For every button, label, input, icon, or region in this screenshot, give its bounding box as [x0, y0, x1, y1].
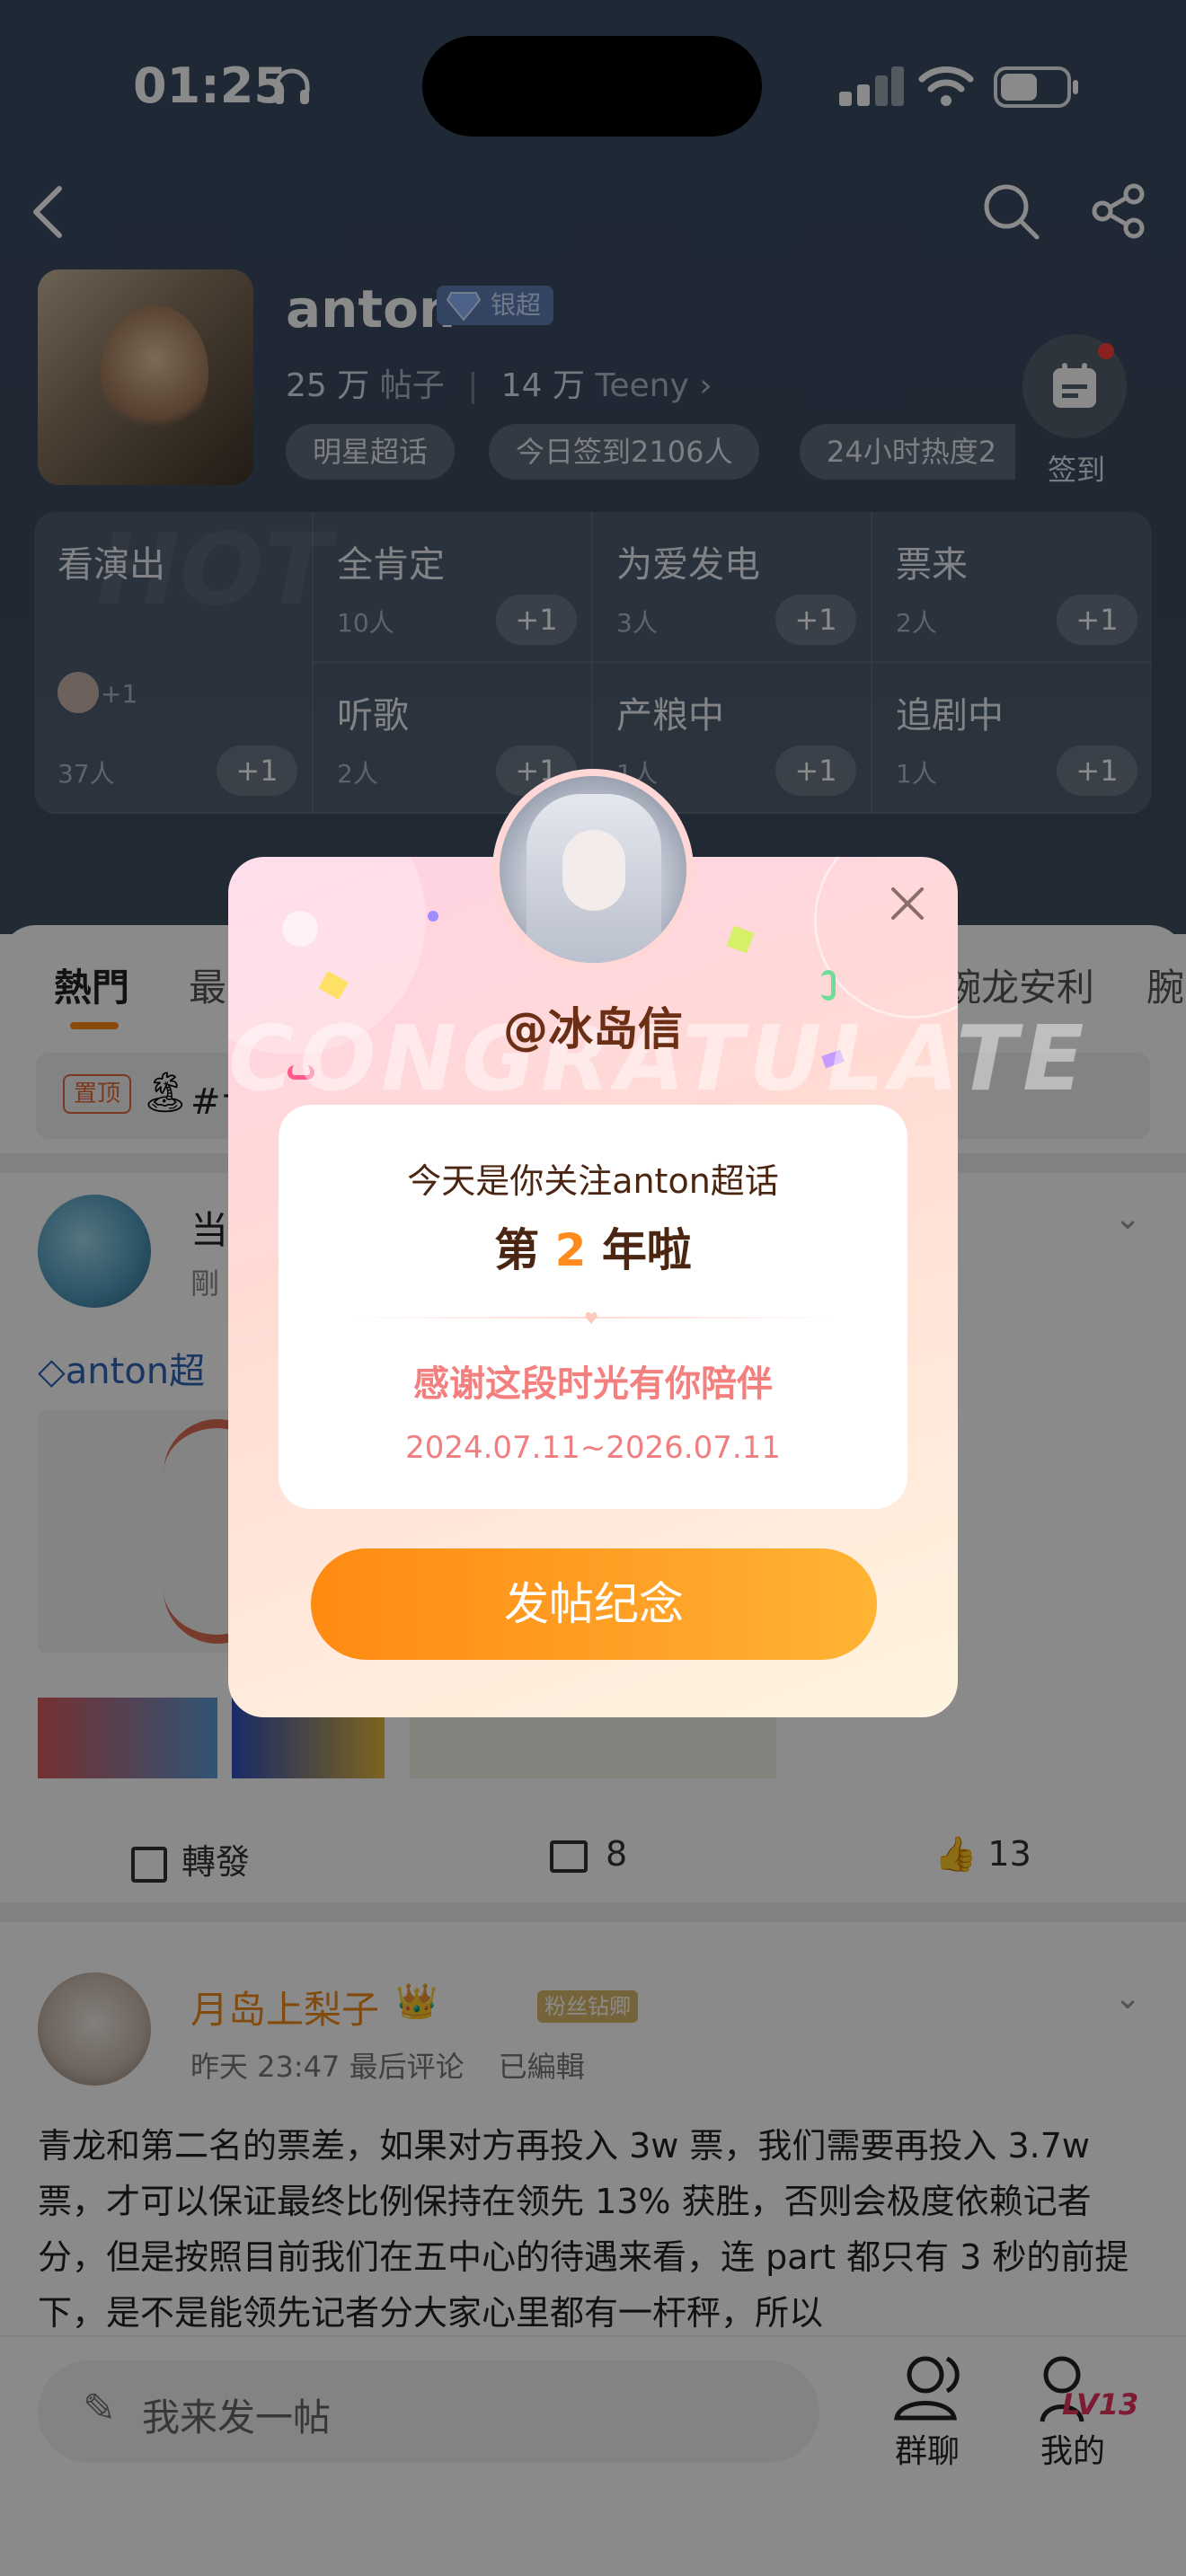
confetti: [428, 911, 438, 922]
date-range: 2024.07.11~2026.07.11: [405, 1430, 781, 1466]
follow-line: 今天是你关注anton超话: [407, 1161, 779, 1201]
confetti: [726, 925, 755, 954]
thanks-line: 感谢这段时光有你陪伴: [413, 1363, 773, 1405]
modal-username: @冰岛信: [503, 1003, 683, 1055]
user-avatar: [492, 769, 694, 970]
year-line: 第 2 年啦: [494, 1224, 692, 1276]
year-count: 2: [554, 1224, 587, 1276]
heart-icon: ♥: [584, 1310, 599, 1328]
close-icon[interactable]: [881, 877, 934, 931]
post-commemorate-button[interactable]: 发帖纪念: [311, 1548, 877, 1660]
